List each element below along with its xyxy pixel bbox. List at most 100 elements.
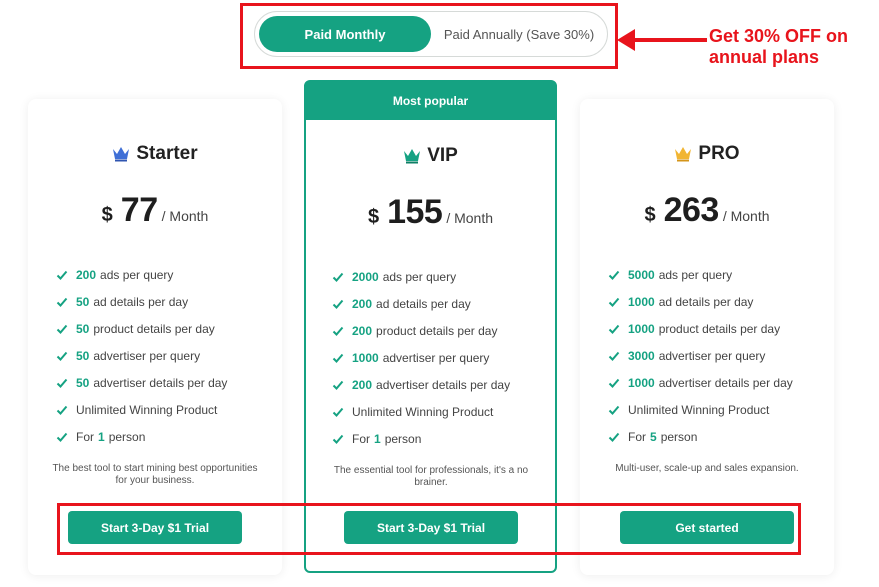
feature-text: advertiser per query <box>658 348 766 363</box>
paid-annually-option[interactable]: Paid Annually (Save 30%) <box>433 16 605 52</box>
feature-item: 2000 ads per query <box>332 263 510 290</box>
feature-item: 50 product details per day <box>56 315 227 342</box>
check-icon <box>608 404 620 416</box>
check-icon <box>56 350 68 362</box>
feature-text: advertiser per query <box>382 350 490 365</box>
price-period: / Month <box>446 210 494 226</box>
feature-item: 200 ads per query <box>56 261 227 288</box>
annotation-arrow-icon <box>617 29 707 51</box>
annotation-callout: Get 30% OFF on annual plans <box>709 26 879 68</box>
plan-name: PRO <box>698 143 740 164</box>
feature-item: For 5 person <box>608 423 793 450</box>
price-currency: $ <box>367 206 380 228</box>
crown-gold-icon <box>675 147 692 162</box>
check-icon <box>56 296 68 308</box>
feature-item: 3000 advertiser per query <box>608 342 793 369</box>
feature-text: Unlimited Winning Product <box>352 404 494 419</box>
check-icon <box>332 352 344 364</box>
feature-prefix: For <box>628 429 646 444</box>
plan-header: VIP <box>306 143 555 169</box>
check-icon <box>56 431 68 443</box>
start-trial-button[interactable]: Start 3-Day $1 Trial <box>68 511 242 544</box>
plan-name: Starter <box>136 143 198 164</box>
feature-text: ad details per day <box>658 294 754 309</box>
plan-name: VIP <box>427 145 458 166</box>
feature-item: 50 advertiser per query <box>56 342 227 369</box>
feature-text: ads per query <box>382 269 457 284</box>
price-amount: 263 <box>663 191 720 229</box>
price-amount: 155 <box>387 193 443 231</box>
feature-value: 3000 <box>628 348 655 363</box>
feature-value: 1000 <box>628 294 655 309</box>
check-icon <box>332 379 344 391</box>
feature-list: 5000 ads per query 1000 ad details per day 1… <box>608 261 793 450</box>
feature-prefix: For <box>352 431 370 446</box>
price-currency: $ <box>101 204 113 226</box>
feature-item: 200 advertiser details per day <box>332 371 510 398</box>
check-icon <box>608 377 620 389</box>
check-icon <box>608 431 620 443</box>
plan-card-vip: Most popular VIP $ 155 / Month 2000 ads p… <box>304 80 557 573</box>
feature-text: advertiser details per day <box>658 375 793 390</box>
price-currency: $ <box>644 204 656 226</box>
paid-monthly-option[interactable]: Paid Monthly <box>259 16 431 52</box>
feature-value: 200 <box>352 296 373 311</box>
feature-value: 1 <box>98 429 105 444</box>
plan-header: PRO <box>580 141 834 167</box>
feature-value: 2000 <box>352 269 379 284</box>
feature-item: For 1 person <box>332 425 510 452</box>
check-icon <box>56 269 68 281</box>
feature-value: 200 <box>352 377 373 392</box>
plan-description: The essential tool for professionals, it… <box>333 465 529 488</box>
feature-item: 1000 product details per day <box>608 315 793 342</box>
plan-header: Starter <box>28 141 282 167</box>
feature-text: ad details per day <box>376 296 471 311</box>
feature-text: person <box>384 431 422 446</box>
price-period: / Month <box>161 208 209 224</box>
check-icon <box>56 404 68 416</box>
feature-value: 1 <box>374 431 381 446</box>
feature-item: 50 ad details per day <box>56 288 227 315</box>
feature-text: ads per query <box>658 267 733 282</box>
crown-teal-icon <box>404 149 421 164</box>
feature-item: 1000 ad details per day <box>608 288 793 315</box>
feature-value: 50 <box>76 348 90 363</box>
plan-card-pro: PRO $ 263 / Month 5000 ads per query 1000 a… <box>580 99 834 575</box>
feature-value: 1000 <box>352 350 379 365</box>
plan-card-starter: Starter $ 77 / Month 200 ads per query 50 a… <box>28 99 282 575</box>
feature-text: product details per day <box>93 321 215 336</box>
feature-text: product details per day <box>376 323 498 338</box>
feature-value: 5000 <box>628 267 655 282</box>
feature-list: 2000 ads per query 200 ad details per day 20… <box>332 263 510 452</box>
billing-period-toggle[interactable]: Paid Monthly Paid Annually (Save 30%) <box>254 11 608 57</box>
check-icon <box>608 323 620 335</box>
feature-item: Unlimited Winning Product <box>332 398 510 425</box>
feature-text: advertiser details per day <box>93 375 228 390</box>
start-trial-button[interactable]: Start 3-Day $1 Trial <box>344 511 518 544</box>
feature-value: 50 <box>76 294 90 309</box>
feature-value: 1000 <box>628 321 655 336</box>
feature-text: person <box>660 429 698 444</box>
feature-text: product details per day <box>658 321 781 336</box>
feature-text: advertiser details per day <box>376 377 511 392</box>
feature-item: 1000 advertiser per query <box>332 344 510 371</box>
check-icon <box>608 350 620 362</box>
feature-item: Unlimited Winning Product <box>56 396 227 423</box>
check-icon <box>332 298 344 310</box>
feature-value: 50 <box>76 375 90 390</box>
get-started-button[interactable]: Get started <box>620 511 794 544</box>
feature-value: 200 <box>352 323 373 338</box>
feature-item: 200 ad details per day <box>332 290 510 317</box>
plan-price: $ 77 / Month <box>28 191 282 230</box>
plan-description: Multi-user, scale-up and sales expansion… <box>615 463 799 474</box>
feature-text: Unlimited Winning Product <box>628 402 770 417</box>
plan-price: $ 155 / Month <box>306 193 555 232</box>
feature-value: 5 <box>650 429 657 444</box>
feature-value: 1000 <box>628 375 655 390</box>
check-icon <box>56 377 68 389</box>
feature-text: ad details per day <box>93 294 189 309</box>
crown-blue-icon <box>113 147 130 162</box>
check-icon <box>608 296 620 308</box>
feature-item: For 1 person <box>56 423 227 450</box>
feature-text: Unlimited Winning Product <box>76 402 218 417</box>
